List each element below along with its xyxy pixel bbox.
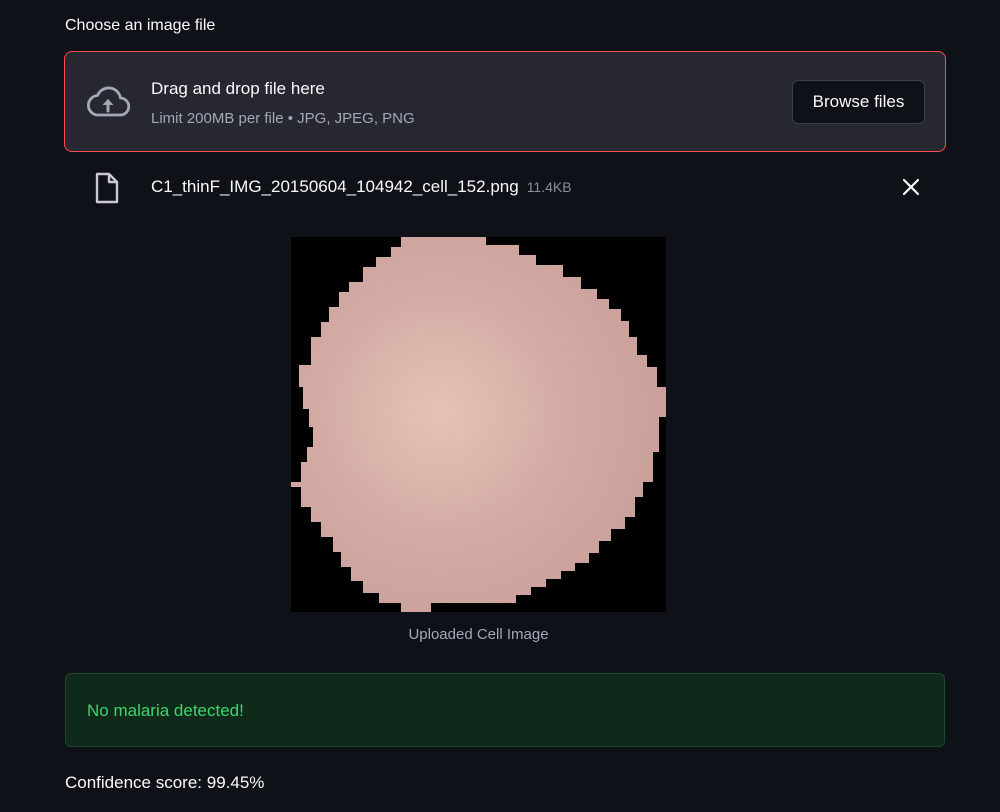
result-message: No malaria detected! (87, 701, 244, 720)
cloud-upload-icon (85, 84, 131, 120)
image-caption: Uploaded Cell Image (408, 626, 549, 643)
uploaded-file-row: C1_thinF_IMG_20150604_104942_cell_152.pn… (64, 168, 946, 208)
file-icon (94, 172, 120, 204)
browse-files-button[interactable]: Browse files (792, 80, 925, 124)
file-name: C1_thinF_IMG_20150604_104942_cell_152.pn… (151, 177, 519, 196)
file-name-group: C1_thinF_IMG_20150604_104942_cell_152.pn… (151, 177, 572, 197)
uploaded-cell-image (291, 237, 666, 612)
file-size: 11.4KB (526, 179, 572, 195)
close-icon (902, 178, 920, 196)
result-success-alert: No malaria detected! (65, 673, 945, 747)
file-uploader-label: Choose an image file (65, 17, 216, 34)
confidence-score: Confidence score: 99.45% (65, 773, 265, 792)
dropzone-title: Drag and drop file here (151, 79, 325, 98)
remove-file-button[interactable] (898, 174, 924, 200)
dropzone-hint: Limit 200MB per file • JPG, JPEG, PNG (151, 110, 415, 127)
cell-image-graphic (291, 237, 666, 612)
file-dropzone[interactable]: Drag and drop file here Limit 200MB per … (64, 51, 946, 152)
